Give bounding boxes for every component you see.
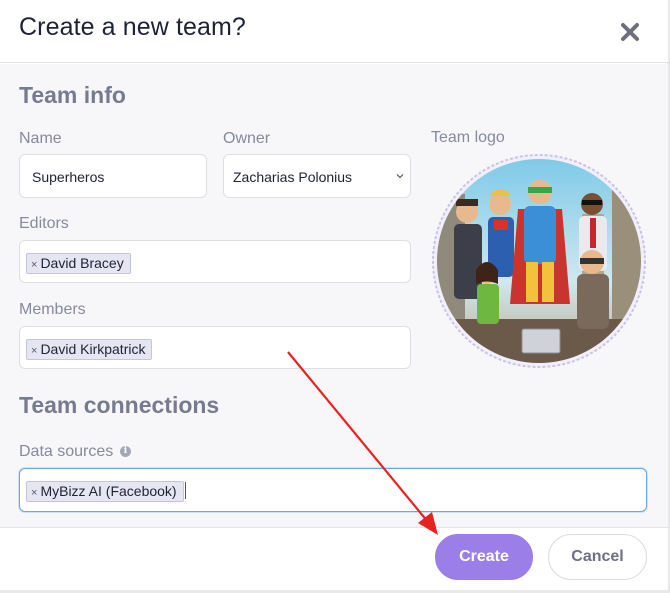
team-logo-label: Team logo — [431, 129, 505, 146]
chevron-down-icon — [396, 174, 404, 179]
section-title-team-connections: Team connections — [19, 392, 220, 418]
tag-remove-icon[interactable]: × — [31, 345, 37, 357]
create-button[interactable]: Create — [435, 534, 533, 580]
team-logo-image[interactable] — [432, 154, 646, 368]
name-input[interactable]: Superheros — [19, 154, 207, 198]
editors-label: Editors — [19, 215, 69, 232]
cancel-button[interactable]: Cancel — [548, 534, 647, 580]
section-title-team-info: Team info — [19, 82, 126, 108]
editor-tag-label: David Bracey — [40, 255, 124, 271]
data-sources-input[interactable]: × MyBizz AI (Facebook) — [19, 468, 647, 512]
tag-remove-icon[interactable]: × — [31, 259, 37, 271]
dialog-title: Create a new team? — [19, 13, 246, 41]
name-input-value: Superheros — [32, 169, 105, 185]
data-source-tag-label: MyBizz AI (Facebook) — [40, 483, 177, 499]
members-label: Members — [19, 301, 86, 318]
close-icon — [621, 23, 639, 41]
close-button[interactable] — [617, 19, 643, 45]
text-caret — [185, 482, 186, 499]
member-tag: × David Kirkpatrick — [26, 339, 153, 360]
member-tag-label: David Kirkpatrick — [40, 341, 146, 357]
tag-remove-icon[interactable]: × — [31, 487, 37, 499]
editor-tag: × David Bracey — [26, 253, 131, 274]
data-source-tag: × MyBizz AI (Facebook) — [26, 481, 184, 502]
name-label: Name — [19, 130, 62, 147]
create-team-dialog: Create a new team? Team info Name Superh… — [0, 0, 668, 590]
owner-select[interactable]: Zacharias Polonius — [223, 154, 411, 198]
members-input[interactable]: × David Kirkpatrick — [19, 326, 411, 369]
info-icon[interactable]: i — [120, 446, 131, 457]
data-sources-label: Data sources — [19, 443, 114, 460]
owner-select-value: Zacharias Polonius — [233, 169, 353, 185]
editors-input[interactable]: × David Bracey — [19, 240, 411, 283]
owner-label: Owner — [223, 130, 271, 147]
dialog-header: Create a new team? — [0, 0, 668, 63]
